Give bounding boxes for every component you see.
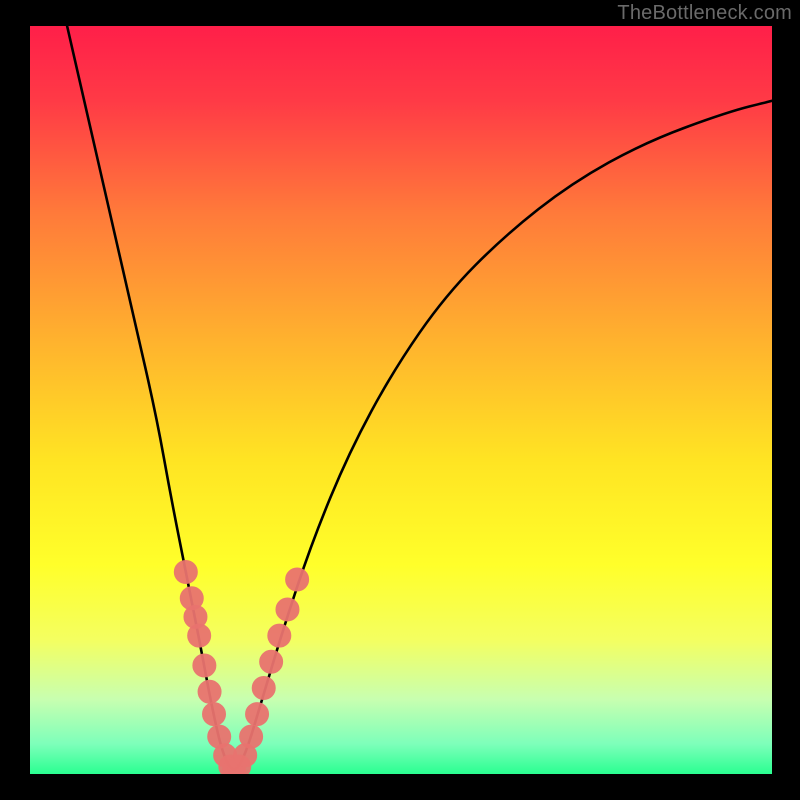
curve-marker (264, 655, 278, 669)
curve-marker (212, 730, 226, 744)
curve-marker (203, 685, 217, 699)
curve-marker (244, 730, 258, 744)
curve-marker (179, 565, 193, 579)
plot-area (30, 26, 772, 774)
watermark-text: TheBottleneck.com (617, 2, 792, 25)
curve-marker (290, 573, 304, 587)
curve-marker (207, 707, 221, 721)
curve-marker (188, 610, 202, 624)
curve-marker (272, 629, 286, 643)
plot-svg (30, 26, 772, 774)
curve-marker (192, 629, 206, 643)
curve-marker (185, 591, 199, 605)
curve-marker (238, 748, 252, 762)
chart-frame: TheBottleneck.com (0, 0, 800, 800)
curve-marker (257, 681, 271, 695)
curve-marker (280, 602, 294, 616)
curve-marker (197, 659, 211, 673)
curve-marker (250, 707, 264, 721)
